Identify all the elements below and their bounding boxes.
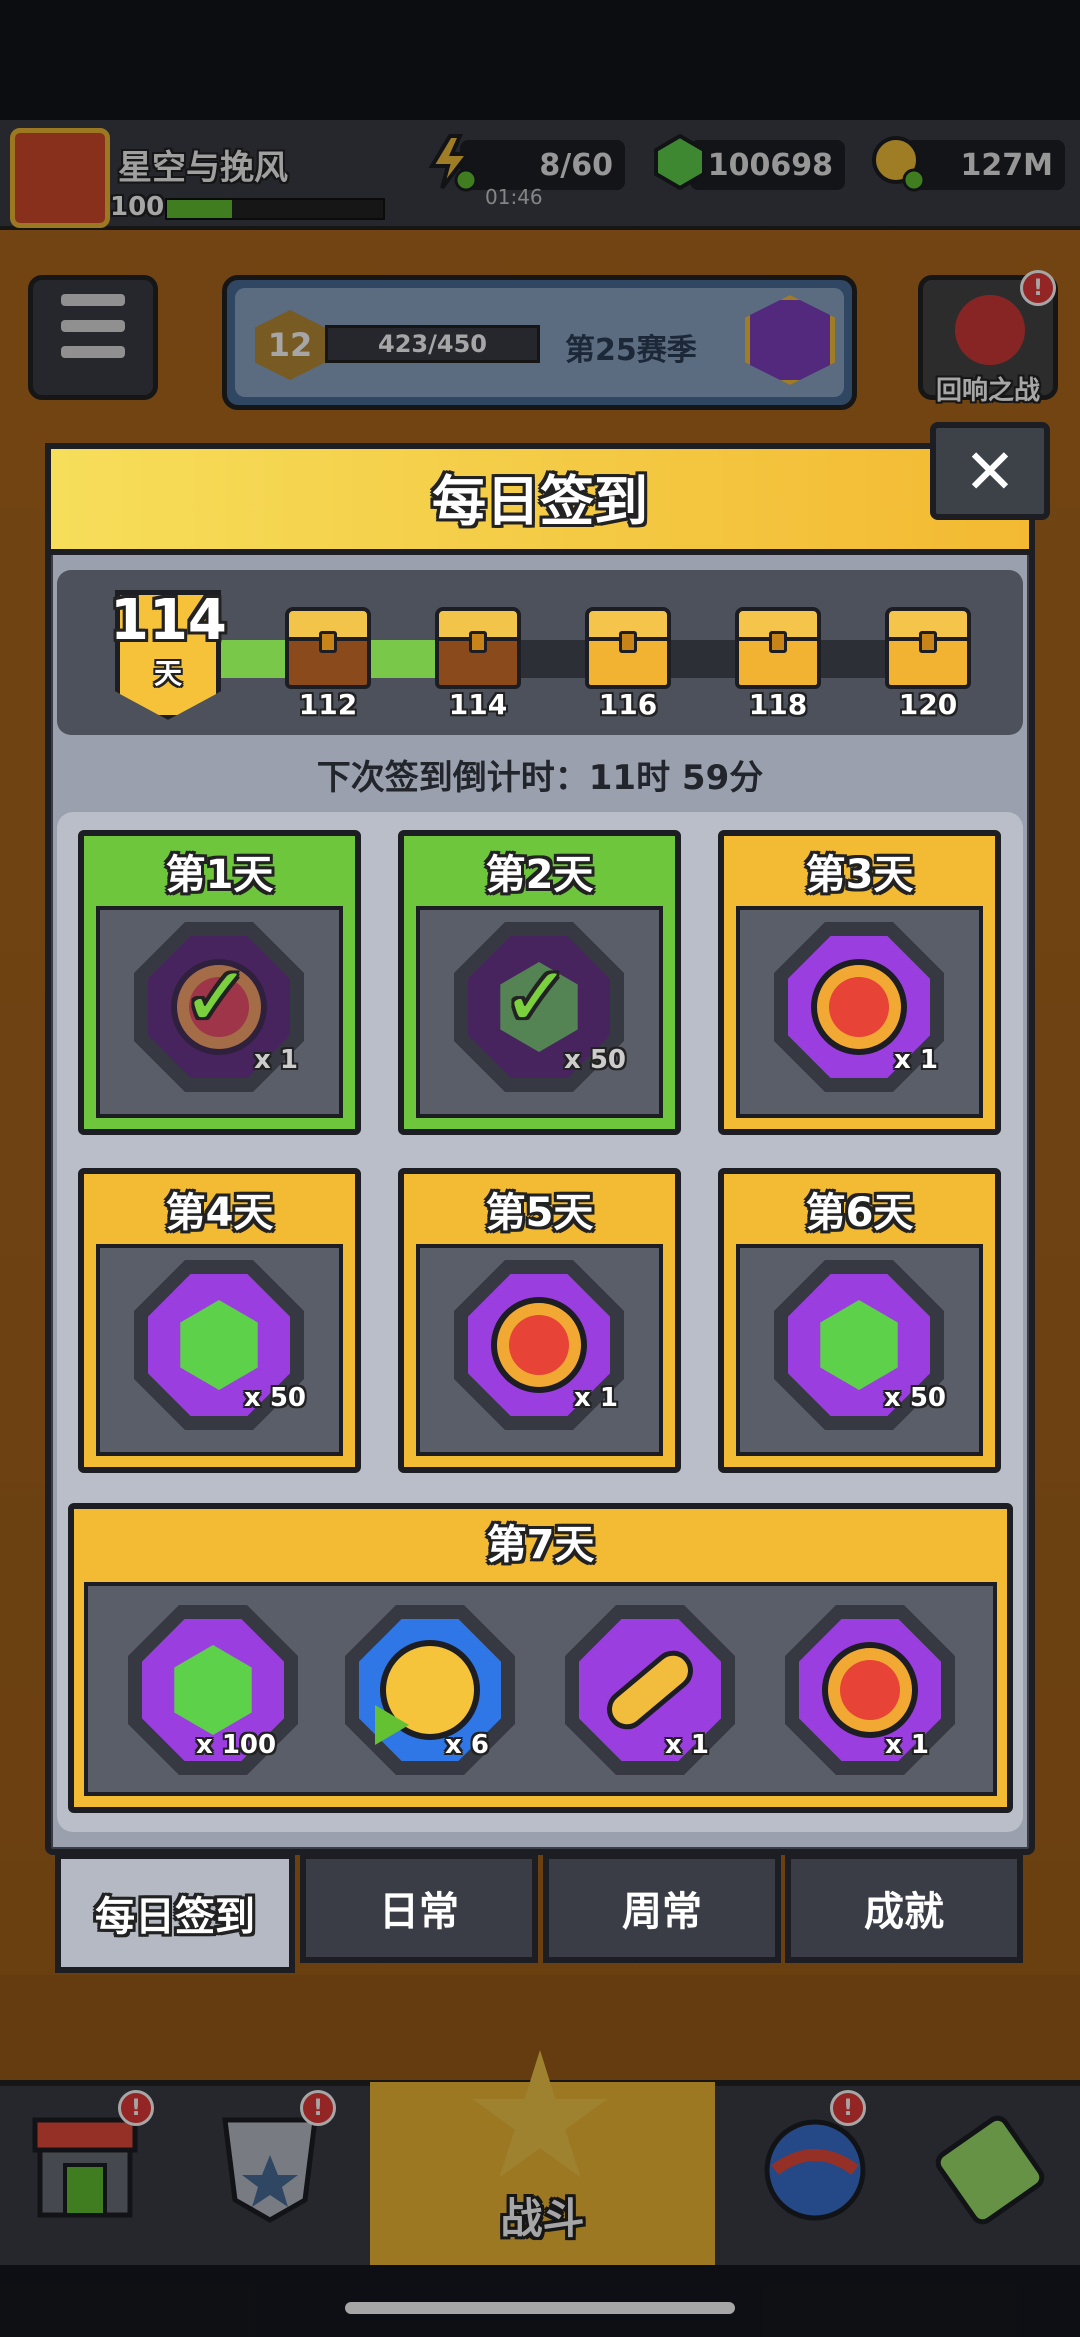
lock-icon [319,631,337,653]
day-card-title: 第2天 [485,852,594,898]
lock-icon [469,631,487,653]
tab-daily-checkin[interactable]: 每日签到 [55,1853,295,1973]
milestone-chest-112[interactable] [285,607,371,689]
close-button[interactable]: ✕ [930,422,1050,520]
check-icon: ✓ [502,950,571,1045]
checkin-countdown: 下次签到倒计时：11时 59分 [316,758,764,798]
reward-quantity: x 50 [244,1383,307,1413]
reward-quantity: x 1 [574,1383,618,1413]
play-arrow-icon [375,1705,409,1745]
milestone-chest-118[interactable] [735,607,821,689]
day-card-title: 第6天 [805,1190,914,1236]
check-icon: ✓ [182,950,251,1045]
milestone-day-label: 116 [598,688,658,721]
day-card-title: 第5天 [485,1190,594,1236]
heart-coin-icon [811,959,907,1055]
heart-coin-icon [822,1642,918,1738]
milestone-chest-114[interactable] [435,607,521,689]
day-card-title: 第3天 [805,852,914,898]
reward-quantity: x 1 [894,1045,938,1075]
reward-quantity: x 50 [564,1045,627,1075]
lock-icon [769,631,787,653]
lock-icon [619,631,637,653]
milestone-day-label: 118 [748,688,808,721]
reward-quantity: x 6 [445,1730,489,1760]
reward-quantity: x 50 [884,1383,947,1413]
day-card-title: 第1天 [165,852,274,898]
tab-achievements[interactable]: 成就 [785,1853,1023,1963]
heart-coin-icon [491,1297,587,1393]
lock-icon [919,631,937,653]
close-icon: ✕ [964,434,1016,508]
milestone-day-label: 114 [448,688,508,721]
reward-quantity: x 1 [254,1045,298,1075]
tab-daily[interactable]: 日常 [300,1853,538,1963]
day7-title: 第7天 [486,1522,595,1568]
reward-quantity: x 1 [885,1730,929,1760]
day-card-title: 第4天 [165,1190,274,1236]
game-screen: 星空与挽风 100 8/60 01:46 100698 127M 12 423/… [0,0,1080,2337]
reward-quantity: x 100 [196,1730,277,1760]
tab-weekly[interactable]: 周常 [543,1853,781,1963]
current-day-unit: 天 [153,657,182,690]
milestone-day-label: 112 [298,688,358,721]
milestone-day-label: 120 [898,688,958,721]
milestone-chest-116[interactable] [585,607,671,689]
current-day-number: 114 [110,588,227,653]
reward-quantity: x 1 [665,1730,709,1760]
panel-title: 每日签到 [432,470,648,533]
milestone-chest-120[interactable] [885,607,971,689]
